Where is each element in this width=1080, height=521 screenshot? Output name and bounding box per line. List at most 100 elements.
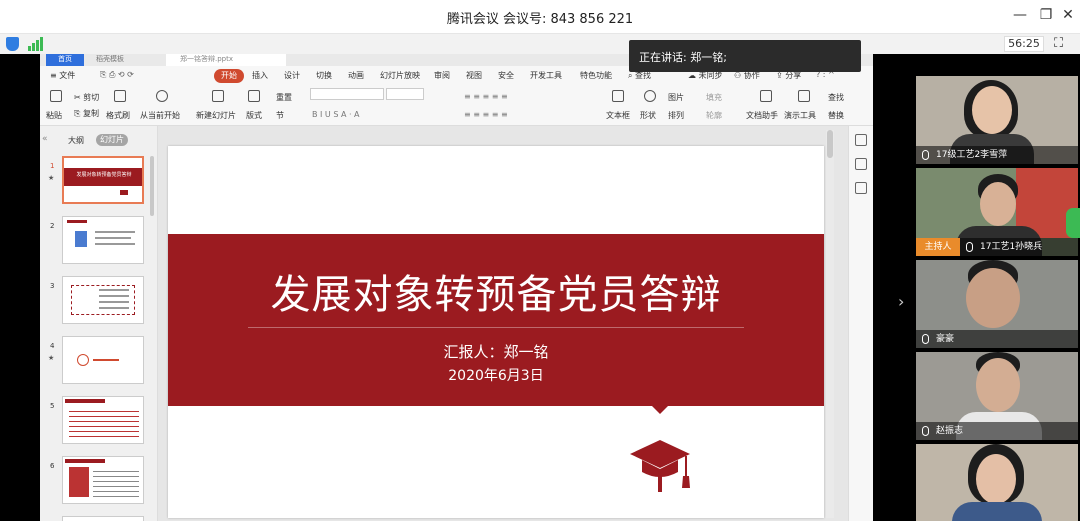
thumb-star-icon: ★ [48, 354, 55, 362]
menu-review[interactable]: 审阅 [434, 70, 450, 81]
play-icon[interactable] [156, 90, 168, 102]
minimize-icon[interactable]: — [1008, 7, 1032, 23]
title-divider [248, 327, 744, 328]
thumb-number: 2 [50, 222, 55, 230]
font-family-select[interactable] [310, 88, 384, 100]
slide-thumbnail-4[interactable] [62, 336, 144, 384]
paragraph-buttons[interactable]: ≡ ≡ ≡ ≡ ≡ [464, 92, 508, 101]
replace-button[interactable]: 替换 [828, 110, 844, 121]
copy-label: 复制 [82, 109, 99, 118]
slide-thumbnail-6[interactable] [62, 456, 144, 504]
participant-tile[interactable]: 豪豪 [916, 260, 1078, 348]
presenter-tools-icon[interactable] [798, 90, 810, 102]
menu-slideshow[interactable]: 幻灯片放映 [380, 70, 420, 81]
shield-icon[interactable] [6, 37, 19, 51]
face [966, 268, 1020, 328]
slide-scrollbar[interactable] [826, 130, 834, 518]
participant-tile[interactable]: 17工艺1孙晓兵 主持人 [916, 168, 1078, 256]
tab-file[interactable]: 郑一铭答辩.pptx [166, 54, 286, 66]
thumb-line [99, 307, 129, 309]
layout-icon[interactable] [248, 90, 260, 102]
thumb-line [93, 359, 119, 361]
menu-design[interactable]: 设计 [284, 70, 300, 81]
menu-file[interactable]: ≡ 文件 [50, 70, 75, 81]
find-button[interactable]: 查找 [828, 92, 844, 103]
reset-button[interactable]: 重置 [276, 92, 292, 103]
slide-thumbnail-5[interactable] [62, 396, 144, 444]
tab-template[interactable]: 稻壳模板 [96, 54, 156, 66]
layout-button[interactable]: 版式 [246, 110, 262, 121]
panel-tab-outline[interactable]: 大纲 [68, 135, 84, 146]
star-tool-icon[interactable] [855, 158, 867, 170]
copy-tool-icon[interactable] [855, 182, 867, 194]
settings-icon[interactable] [855, 134, 867, 146]
chevron-right-icon[interactable]: › [898, 292, 904, 311]
participant-name: 赵振志 [916, 422, 1078, 440]
slide-title: 发展对象转预备党员答辩 [270, 272, 722, 318]
side-tag[interactable] [1066, 208, 1080, 238]
menu-features[interactable]: 特色功能 [580, 70, 612, 81]
scroll-thumb[interactable] [827, 130, 833, 158]
presenter-tools-button[interactable]: 演示工具 [784, 110, 816, 121]
collapse-panel-icon[interactable]: « [42, 134, 48, 144]
fill-button[interactable]: 填充 [706, 92, 722, 103]
slide-thumbnail-7[interactable] [62, 516, 144, 521]
shape-button[interactable]: 形状 [640, 110, 656, 121]
new-slide-button[interactable]: 新建幻灯片 [196, 110, 236, 121]
menu-share-label: 分享 [785, 71, 802, 80]
format-painter-button[interactable]: 格式刷 [106, 110, 130, 121]
panel-tab-slides[interactable]: 幻灯片 [96, 134, 128, 146]
slide-thumbnail-2[interactable] [62, 216, 144, 264]
participant-tile[interactable] [916, 444, 1078, 521]
format-painter-icon[interactable] [114, 90, 126, 102]
font-size-select[interactable] [386, 88, 424, 100]
menu-start[interactable]: 开始 [214, 69, 244, 83]
doc-helper-icon[interactable] [760, 90, 772, 102]
current-slide[interactable]: 发展对象转预备党员答辩 汇报人：郑一铭 2020年6月3日 [168, 146, 824, 518]
new-slide-icon[interactable] [212, 90, 224, 102]
doc-helper-button[interactable]: 文档助手 [746, 110, 778, 121]
face [976, 454, 1016, 504]
menu-transition[interactable]: 切换 [316, 70, 332, 81]
wps-ribbon: 粘贴 ✂ 剪切 ⎘ 复制 格式刷 从当前开始 新建幻灯片 版式 重置 节 B I… [40, 86, 873, 126]
menu-view[interactable]: 视图 [466, 70, 482, 81]
signal-icon[interactable] [28, 37, 44, 51]
tab-home[interactable]: 首页 [46, 54, 84, 66]
menu-devtools[interactable]: 开发工具 [530, 70, 562, 81]
participant-tile[interactable]: 17级工艺2李雪萍 [916, 76, 1078, 164]
restore-icon[interactable]: ❐ [1034, 7, 1058, 23]
textbox-button[interactable]: 文本框 [606, 110, 630, 121]
status-strip [0, 34, 1080, 54]
picture-button[interactable]: 图片 [668, 92, 684, 103]
slide-thumbnail-3[interactable] [62, 276, 144, 324]
menu-insert[interactable]: 插入 [252, 70, 268, 81]
participant-name: 17级工艺2李雪萍 [916, 146, 1078, 164]
shape-icon[interactable] [644, 90, 656, 102]
thumb-text-block [93, 469, 139, 497]
thumb-title: 发展对象转预备党员答辩 [76, 172, 132, 178]
paste-icon[interactable] [50, 90, 62, 102]
slide-thumbnail-1[interactable]: 发展对象转预备党员答辩 [62, 156, 144, 204]
participant-tile[interactable]: 赵振志 [916, 352, 1078, 440]
outline-button[interactable]: 轮廓 [706, 110, 722, 121]
slide-canvas: 发展对象转预备党员答辩 汇报人：郑一铭 2020年6月3日 [158, 126, 848, 521]
copy-button[interactable]: ⎘ 复制 [74, 108, 99, 119]
thumb-header [67, 220, 87, 223]
menu-animation[interactable]: 动画 [348, 70, 364, 81]
textbox-icon[interactable] [612, 90, 624, 102]
quick-access-icons[interactable]: ⎘ ⎙ ⟲ ⟳ [100, 70, 134, 80]
play-from-current-button[interactable]: 从当前开始 [140, 110, 180, 121]
section-button[interactable]: 节 [276, 110, 284, 121]
cut-button[interactable]: ✂ 剪切 [74, 92, 99, 103]
font-style-buttons[interactable]: B I U S A · A [312, 110, 360, 119]
panel-scrollbar[interactable] [150, 156, 154, 216]
menu-collab-label: 协作 [743, 71, 760, 80]
close-icon[interactable]: ✕ [1056, 7, 1080, 23]
paste-button[interactable]: 粘贴 [46, 110, 62, 121]
cut-label: 剪切 [83, 93, 100, 102]
thumb-number: 3 [50, 282, 55, 290]
fullscreen-icon[interactable]: ⛶ [1054, 36, 1063, 51]
arrange-button[interactable]: 排列 [668, 110, 684, 121]
menu-security[interactable]: 安全 [498, 70, 514, 81]
align-buttons[interactable]: ≡ ≡ ≡ ≡ ≡ [464, 110, 508, 119]
